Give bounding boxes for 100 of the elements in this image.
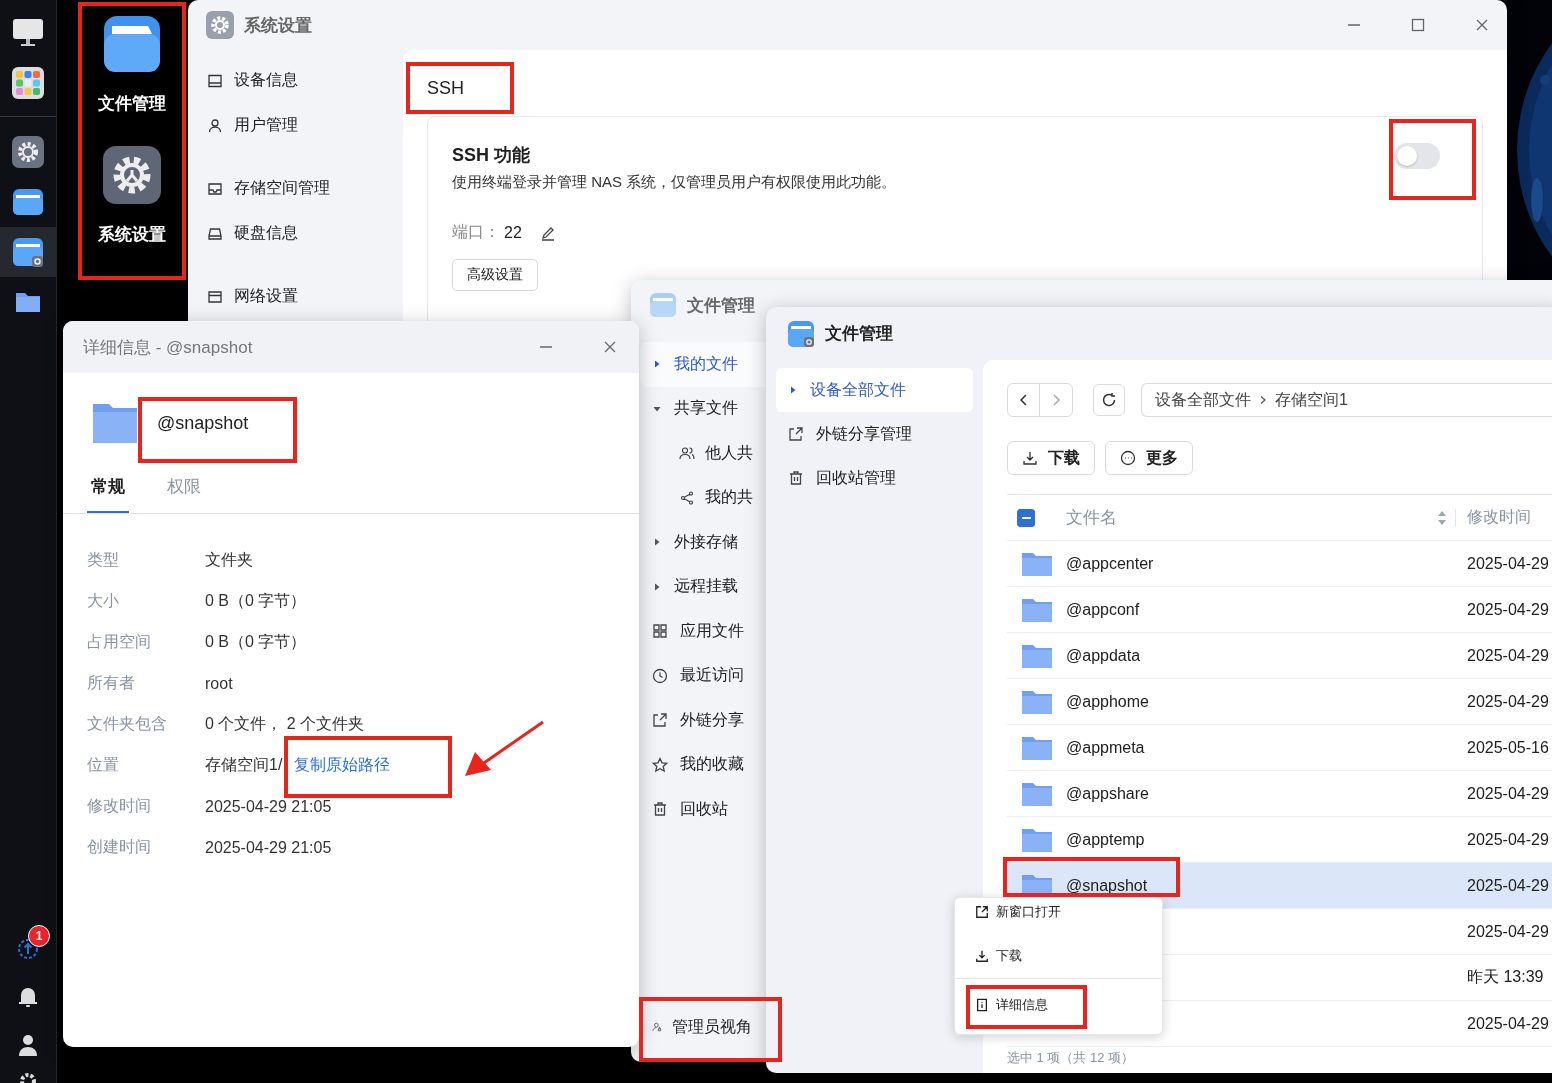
property-label: 所有者 [87, 673, 136, 693]
refresh-button[interactable] [1093, 384, 1125, 416]
tab[interactable]: 常规 [87, 469, 129, 513]
sidebar-item[interactable]: 网络设置 [188, 274, 403, 319]
dock-item[interactable] [0, 227, 56, 277]
sidebar-item[interactable]: 共享文件 [640, 386, 765, 431]
modified-date: 2025-04-29 [1467, 830, 1549, 848]
shareout-icon [788, 426, 804, 442]
file-row[interactable]: @appcenter 2025-04-29 [1007, 541, 1552, 587]
select-all-checkbox[interactable] [1017, 508, 1035, 527]
sidebar-item[interactable]: 我的收藏 [640, 742, 765, 787]
modified-date: 2025-05-16 [1467, 738, 1549, 756]
file-name: @appshare [1066, 785, 1149, 802]
sidebar-item[interactable]: 远程挂载 [640, 564, 765, 609]
modified-date: 2025-04-29 [1467, 876, 1549, 894]
user-icon [207, 117, 223, 134]
notification-badge: 1 [28, 925, 50, 947]
folder-icon [12, 187, 44, 217]
property-value: 0 B（0 字节） [205, 632, 307, 652]
sidebar-item[interactable]: 设备信息 [188, 58, 403, 103]
apps-icon [652, 623, 668, 640]
folder-icon [1022, 551, 1052, 576]
property-value: 存储空间1/ [205, 755, 283, 775]
folder-icon [1022, 597, 1052, 622]
more-icon [1120, 450, 1136, 466]
storage-icon [207, 180, 223, 197]
sidebar-item[interactable]: 存储空间管理 [188, 166, 403, 211]
file-name: @appconf [1066, 601, 1140, 618]
copy-path-link[interactable]: 复制原始路径 [292, 755, 393, 776]
advanced-settings-button[interactable]: 高级设置 [452, 259, 538, 291]
sidebar-item[interactable]: 我的共 [640, 475, 765, 520]
toolbar-button[interactable]: 下载 [1007, 441, 1095, 475]
file-row[interactable]: @apphome 2025-04-29 [1007, 679, 1552, 725]
file-row[interactable]: @appconf 2025-04-29 [1007, 587, 1552, 633]
property-value: 0 B（0 字节） [205, 591, 307, 611]
star-icon [652, 756, 668, 773]
maximize-icon[interactable] [1411, 18, 1425, 32]
file-row[interactable]: @appdata 2025-04-29 [1007, 633, 1552, 679]
property-label: 大小 [87, 591, 120, 611]
sidebar-item[interactable]: 他人共 [640, 431, 765, 476]
sidebar-item[interactable]: 应用文件 [640, 609, 765, 654]
property-value: 2025-04-29 21:05 [205, 838, 332, 857]
sidebar-item[interactable]: 外接存储 [640, 520, 765, 565]
settings-icon [206, 11, 234, 39]
caret-icon [652, 537, 662, 548]
sidebar-item[interactable]: 回收站管理 [776, 456, 973, 500]
sidebar-item[interactable]: 外链分享管理 [776, 412, 973, 456]
admin-view-button[interactable]: 管理员视角 [646, 1007, 758, 1047]
property-label: 占用空间 [87, 632, 152, 652]
file-name: @appdata [1066, 647, 1141, 664]
device-icon [207, 72, 223, 89]
property-label: 创建时间 [87, 837, 152, 857]
info-icon [975, 997, 989, 1012]
settings-app-icon[interactable] [102, 145, 162, 205]
modified-date: 昨天 13:39 [1467, 968, 1544, 985]
setting-description: 使用终端登录并管理 NAS 系统，仅管理员用户有权限使用此功能。 [452, 173, 898, 192]
sidebar-item[interactable]: 外链分享 [640, 698, 765, 743]
property-value: 2025-04-29 21:05 [205, 797, 332, 816]
property-label: 类型 [87, 550, 120, 570]
sidebar-item[interactable]: 硬盘信息 [188, 211, 403, 256]
close-icon[interactable] [603, 340, 617, 354]
property-value: 文件夹 [205, 550, 253, 570]
folder-icon [1022, 643, 1052, 668]
breadcrumb-item[interactable]: 设备全部文件 [1155, 389, 1251, 411]
sidebar-item[interactable]: 设备全部文件 [776, 368, 973, 412]
chevron-right-icon [1259, 395, 1267, 405]
network-icon [207, 288, 223, 305]
sidebar-item[interactable]: 我的文件 [640, 342, 765, 387]
modified-date: 2025-04-29 [1467, 1014, 1549, 1032]
breadcrumb-item[interactable]: 存储空间1 [1275, 389, 1348, 411]
menu-item[interactable]: 详细信息 [973, 990, 1050, 1019]
modified-date: 2025-04-29 [1467, 554, 1549, 572]
selection-status: 选中 1 项（共 12 项） [1007, 1049, 1136, 1067]
file-name: @appmeta [1066, 739, 1145, 756]
folder-app-icon[interactable] [102, 14, 162, 74]
file-name: @appcenter [1066, 555, 1154, 572]
file-row[interactable]: @appmeta 2025-05-16 [1007, 725, 1552, 771]
caret-icon [652, 581, 662, 592]
toolbar-button[interactable]: 更多 [1105, 441, 1193, 475]
settings-icon [12, 136, 44, 168]
property-value: 0 个文件， 2 个文件夹 [205, 714, 365, 734]
folder-icon [1022, 735, 1052, 760]
path-field[interactable]: 设备全部文件 存储空间1 [1141, 383, 1552, 417]
caret-icon [788, 385, 798, 395]
user-icon [18, 1034, 38, 1056]
section-title: SSH [427, 77, 464, 100]
window-title: 文件管理 [687, 294, 755, 317]
sidebar-item[interactable]: 回收站 [640, 787, 765, 832]
sidebar-item[interactable]: 用户管理 [188, 103, 403, 148]
folder-icon [1022, 781, 1052, 806]
bell-icon [18, 986, 38, 1008]
close-icon[interactable] [1475, 18, 1489, 32]
toggle-switch[interactable] [1394, 143, 1440, 169]
caret-icon [652, 359, 662, 370]
sidebar-item[interactable]: 最近访问 [640, 653, 765, 698]
refresh-icon [1101, 392, 1117, 408]
settings-icon [18, 1071, 38, 1083]
upload-button[interactable]: 1 [0, 925, 56, 973]
file-row[interactable]: @appshare 2025-04-29 [1007, 771, 1552, 817]
menu-item[interactable]: 下载 [973, 941, 1024, 971]
